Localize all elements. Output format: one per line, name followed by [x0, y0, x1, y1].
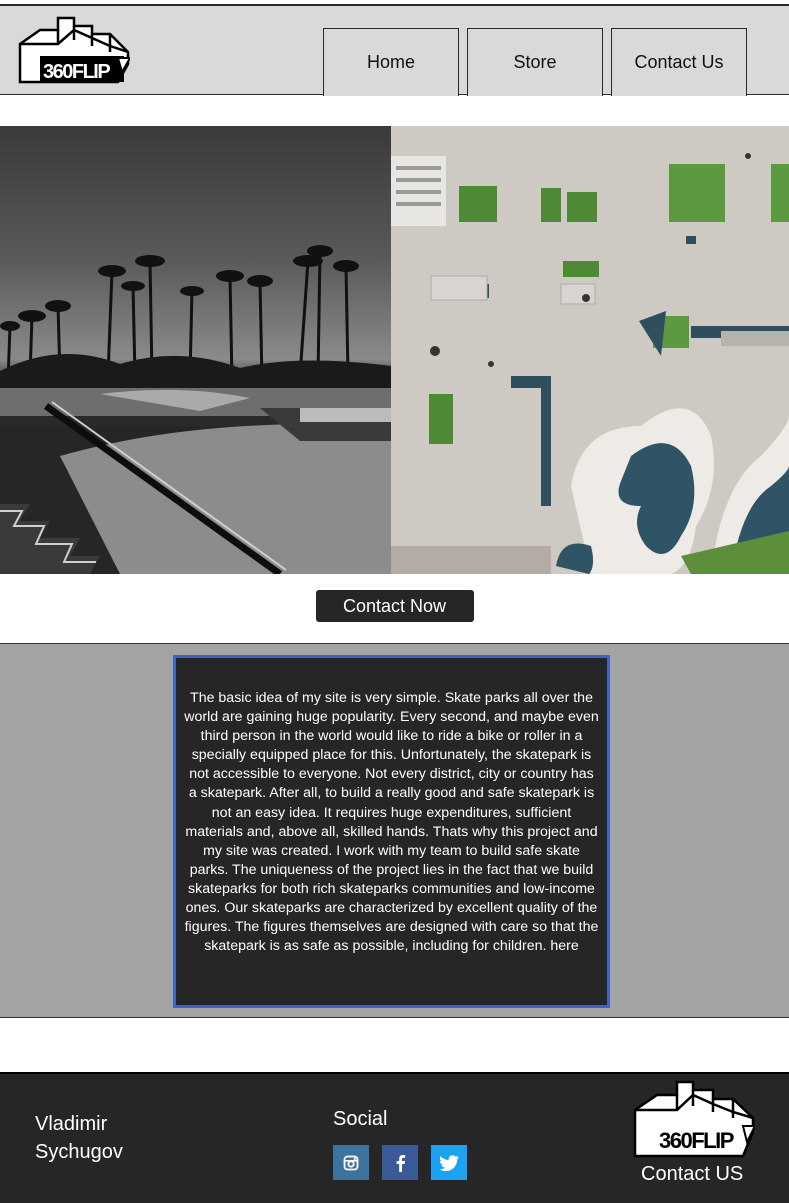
instagram-icon: [343, 1155, 359, 1170]
footer-logo-text: 360FLIP: [659, 1128, 734, 1153]
about-paragraph: The basic idea of my site is very simple…: [184, 690, 599, 955]
twitter-icon: [439, 1154, 459, 1171]
about-section: The basic idea of my site is very simple…: [0, 643, 789, 1018]
social-heading: Social: [333, 1108, 388, 1130]
facebook-link[interactable]: [382, 1145, 418, 1180]
author-name: Vladimir Sychugov: [35, 1110, 175, 1166]
nav-store-button[interactable]: Store: [467, 28, 603, 96]
nav-home-button[interactable]: Home: [323, 28, 459, 96]
page: 360FLIP Home Store Contact Us Contact No…: [0, 0, 789, 1203]
main-nav: Home Store Contact Us: [323, 28, 747, 96]
logo-text: 360FLIP: [43, 61, 110, 83]
author-last-name: Sychugov: [35, 1141, 123, 1163]
footer-logo[interactable]: 360FLIP: [633, 1080, 755, 1158]
site-footer: Vladimir Sychugov Social 360FLIP Contact…: [0, 1072, 789, 1203]
social-links: [333, 1145, 467, 1180]
skatepark-bw-photo: [0, 126, 391, 574]
contact-now-button[interactable]: Contact Now: [315, 590, 474, 622]
site-header: 360FLIP Home Store Contact Us: [0, 4, 789, 96]
instagram-link[interactable]: [333, 1145, 369, 1180]
cta-container: Contact Now: [0, 590, 789, 622]
footer-contact-link[interactable]: Contact US: [641, 1163, 743, 1186]
hero-banner: [0, 126, 789, 574]
author-first-name: Vladimir: [35, 1113, 108, 1135]
nav-contact-button[interactable]: Contact Us: [611, 28, 747, 96]
twitter-link[interactable]: [431, 1145, 467, 1180]
about-text-box: The basic idea of my site is very simple…: [173, 655, 610, 1008]
skatepark-aerial-photo: [391, 126, 789, 574]
logo[interactable]: 360FLIP: [18, 16, 130, 86]
facebook-icon: [396, 1154, 406, 1172]
